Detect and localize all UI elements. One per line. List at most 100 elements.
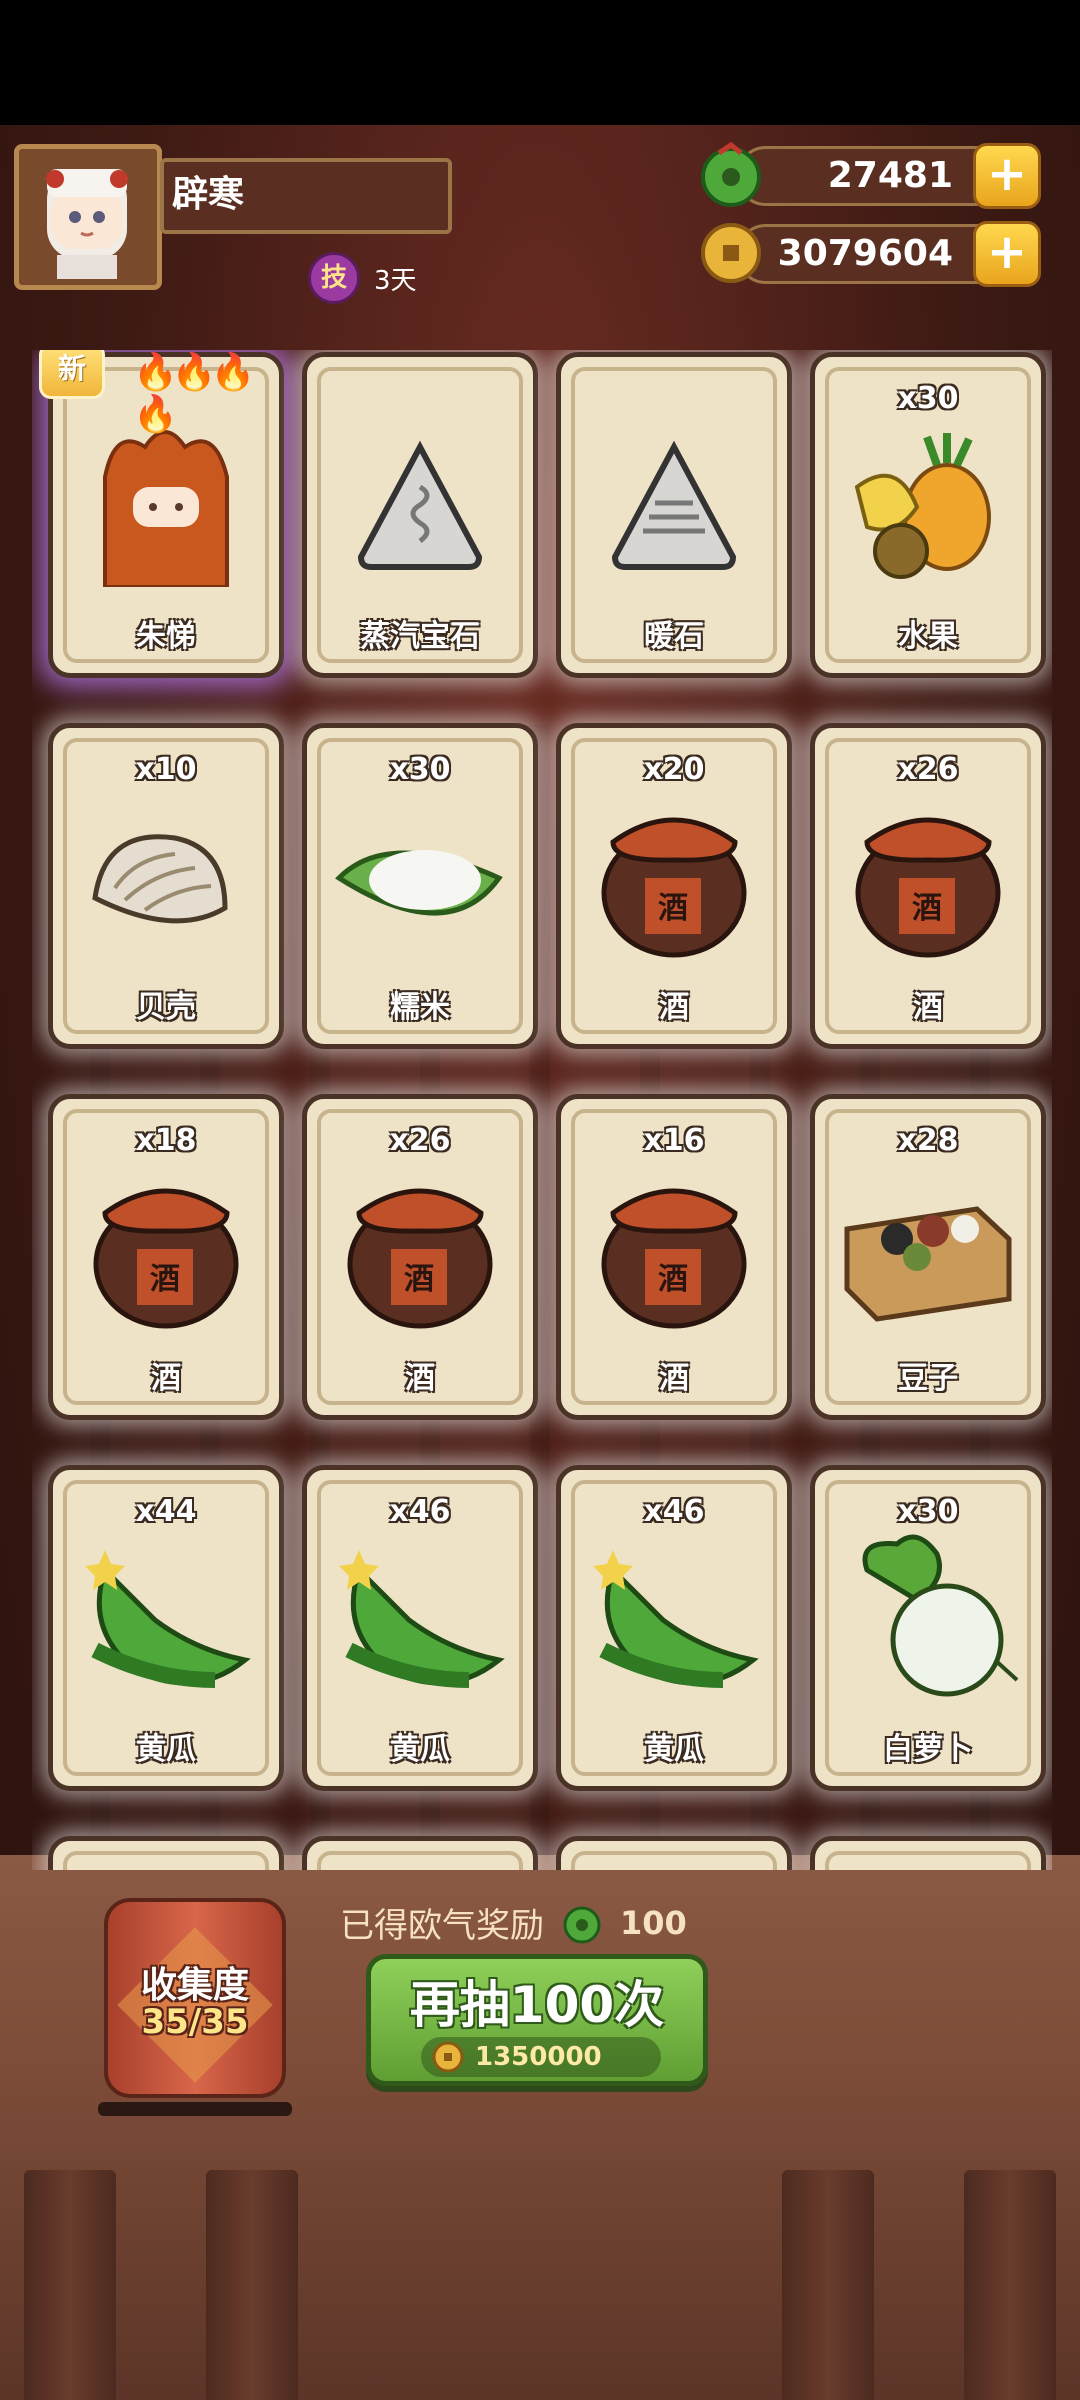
card-count: x26 bbox=[897, 752, 959, 787]
fruit-icon bbox=[854, 433, 991, 579]
card-count: x10 bbox=[135, 752, 197, 787]
shell-icon bbox=[92, 834, 228, 924]
card-item[interactable]: x20 酒 酒 bbox=[556, 723, 792, 1049]
card-item[interactable]: x46 黄瓜 bbox=[302, 1465, 538, 1791]
wine-jar-icon: 酒 bbox=[93, 1188, 239, 1329]
card-label: 水果 bbox=[898, 619, 958, 654]
card-item[interactable]: x10 贝壳 bbox=[48, 723, 284, 1049]
card-count: x16 bbox=[643, 1123, 705, 1158]
card-item[interactable]: x26 酒 酒 bbox=[302, 1094, 538, 1420]
draw-again-button[interactable]: 再抽100次 1350000 bbox=[366, 1954, 708, 2086]
card-item[interactable]: x30 白萝卜 bbox=[810, 1465, 1046, 1791]
svg-text:酒: 酒 bbox=[150, 1262, 180, 1297]
steam-gem-icon bbox=[357, 440, 483, 570]
card-label: 朱悌 bbox=[136, 619, 196, 654]
card-item[interactable]: x46 黄瓜 bbox=[556, 1465, 792, 1791]
wine-jar-icon: 酒 bbox=[601, 1188, 747, 1329]
card-label: 暖石 bbox=[644, 619, 704, 654]
card-item[interactable] bbox=[556, 1836, 792, 1870]
card-label: 酒 bbox=[913, 990, 943, 1025]
card-item[interactable]: x44 黄瓜 bbox=[48, 1465, 284, 1791]
card-item[interactable]: x28 豆子 bbox=[810, 1094, 1046, 1420]
cucumber-icon bbox=[593, 1550, 759, 1688]
card-label: 白萝卜 bbox=[883, 1732, 973, 1767]
fence-post bbox=[24, 2170, 116, 2400]
svg-text:酒: 酒 bbox=[658, 1262, 688, 1297]
card-count: x46 bbox=[643, 1494, 705, 1529]
new-badge: 新 bbox=[39, 350, 106, 399]
rice-icon bbox=[335, 850, 503, 916]
character-portrait-icon bbox=[103, 430, 229, 587]
fence-post bbox=[782, 2170, 874, 2400]
card-count: x18 bbox=[135, 1123, 197, 1158]
jade-icon bbox=[701, 141, 761, 207]
card-label: 黄瓜 bbox=[390, 1732, 450, 1767]
draw-cost: 1350000 bbox=[421, 2037, 661, 2077]
beans-icon bbox=[844, 1206, 1012, 1322]
card-item[interactable]: x30 糯米 bbox=[302, 723, 538, 1049]
card-grid: 朱悌 新 🔥🔥🔥🔥 蒸汽宝石 暖石 x30 水果 x10 贝壳 x30 糯米 x… bbox=[32, 350, 1052, 1870]
player-avatar[interactable] bbox=[14, 144, 162, 290]
card-label: 贝壳 bbox=[136, 990, 196, 1025]
card-item[interactable]: 暖石 bbox=[556, 352, 792, 678]
fence-post bbox=[964, 2170, 1056, 2400]
wine-jar-icon: 酒 bbox=[347, 1188, 493, 1329]
card-item[interactable]: x30 水果 bbox=[810, 352, 1046, 678]
coin-icon bbox=[432, 2041, 464, 2073]
card-item[interactable] bbox=[48, 1836, 284, 1870]
card-label: 酒 bbox=[151, 1361, 181, 1396]
warm-stone-icon bbox=[611, 440, 737, 570]
card-label: 酒 bbox=[405, 1361, 435, 1396]
svg-text:酒: 酒 bbox=[404, 1262, 434, 1297]
card-count: x30 bbox=[897, 381, 959, 416]
jade-icon bbox=[563, 1906, 601, 1943]
white-radish-icon bbox=[862, 1534, 1019, 1697]
draw-cost-value: 1350000 bbox=[475, 2042, 602, 2072]
collection-title: 收集度 bbox=[140, 1965, 249, 2006]
card-count: x46 bbox=[389, 1494, 451, 1529]
skill-icon: 技 bbox=[308, 252, 360, 304]
card-label: 黄瓜 bbox=[644, 1732, 704, 1767]
card-count: x44 bbox=[135, 1494, 197, 1529]
card-label: 酒 bbox=[659, 1361, 689, 1396]
wine-jar-icon: 酒 bbox=[855, 817, 1001, 958]
card-item[interactable] bbox=[302, 1836, 538, 1870]
flame-rating-icon: 🔥🔥🔥🔥 bbox=[133, 352, 255, 435]
card-item[interactable]: x16 酒 酒 bbox=[556, 1094, 792, 1420]
skill-days: 3天 bbox=[374, 265, 417, 296]
reward-line: 已得欧气奖励 100 bbox=[340, 1898, 687, 1947]
card-item[interactable]: 朱悌 新 🔥🔥🔥🔥 bbox=[39, 350, 284, 678]
jade-value: 27481 bbox=[827, 155, 953, 196]
player-name: 辟寒 bbox=[160, 158, 452, 234]
cucumber-icon bbox=[339, 1550, 505, 1688]
add-jade-button[interactable]: + bbox=[973, 143, 1041, 209]
card-item[interactable] bbox=[810, 1836, 1046, 1870]
card-label: 豆子 bbox=[898, 1361, 958, 1396]
wine-jar-icon: 酒 bbox=[601, 817, 747, 958]
svg-text:酒: 酒 bbox=[912, 891, 942, 926]
coin-icon bbox=[701, 223, 761, 283]
cucumber-icon bbox=[85, 1550, 251, 1688]
card-label: 糯米 bbox=[390, 990, 450, 1025]
card-count: x28 bbox=[897, 1123, 959, 1158]
skill-status[interactable]: 技 3天 bbox=[308, 252, 417, 304]
add-coin-button[interactable]: + bbox=[973, 221, 1041, 287]
card-item[interactable]: x26 酒 酒 bbox=[810, 723, 1046, 1049]
collection-lantern[interactable]: 收集度 35/35 bbox=[98, 1898, 292, 2118]
coin-value: 3079604 bbox=[777, 233, 953, 274]
card-label: 酒 bbox=[659, 990, 689, 1025]
card-count: x30 bbox=[389, 752, 451, 787]
avatar-portrait-icon bbox=[46, 169, 128, 279]
fence-post bbox=[206, 2170, 298, 2400]
jade-currency-bar: 27481 + bbox=[701, 141, 1041, 209]
card-count: x20 bbox=[643, 752, 705, 787]
lantern-stand bbox=[98, 2102, 292, 2116]
reward-value: 100 bbox=[620, 1903, 687, 1942]
card-item[interactable]: 蒸汽宝石 bbox=[302, 352, 538, 678]
collection-progress: 35/35 bbox=[141, 2002, 249, 2042]
card-count: x26 bbox=[389, 1123, 451, 1158]
card-item[interactable]: x18 酒 酒 bbox=[48, 1094, 284, 1420]
coin-currency-bar: 3079604 + bbox=[701, 221, 1041, 287]
svg-text:酒: 酒 bbox=[658, 891, 688, 926]
reward-text: 已得欧气奖励 bbox=[340, 1906, 544, 1946]
